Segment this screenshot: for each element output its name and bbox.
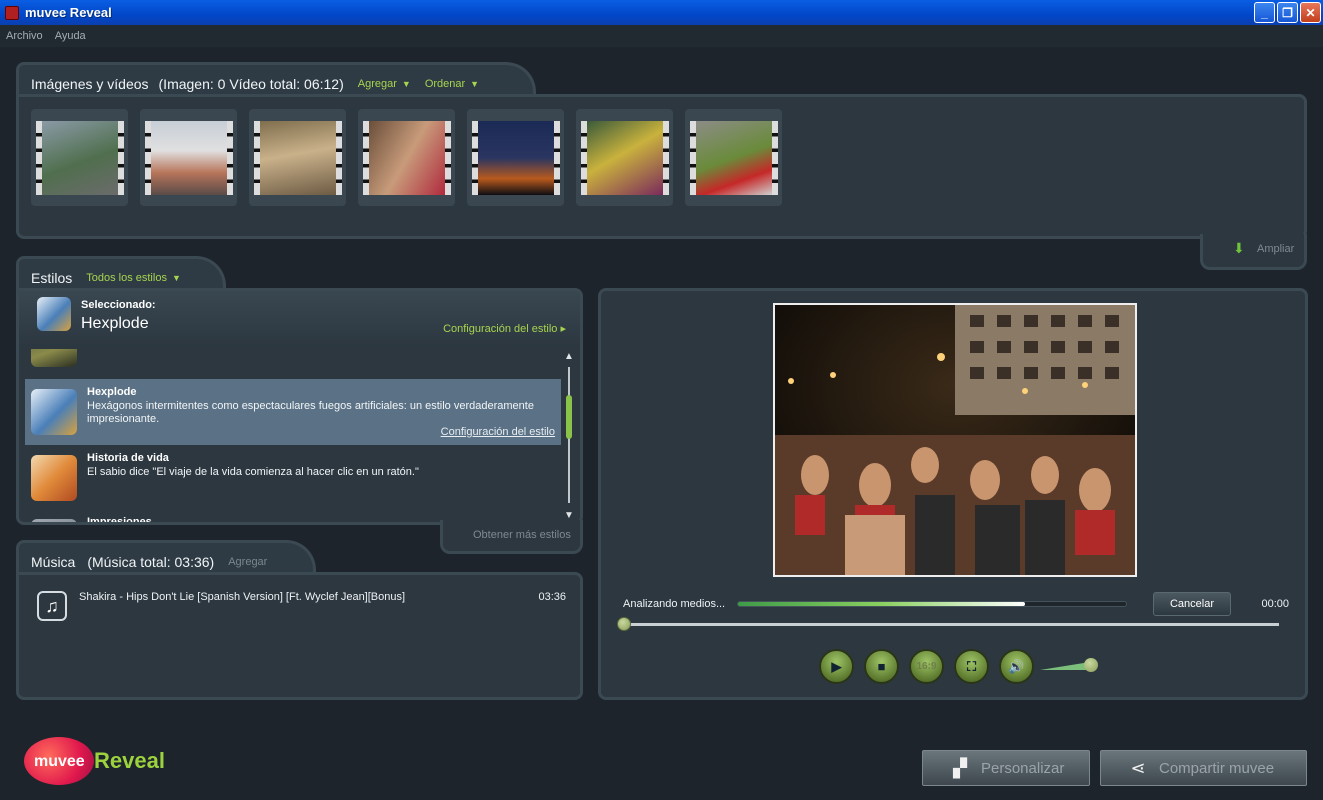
selected-style-header: Seleccionado: Hexplode Configuración del… (19, 291, 580, 347)
music-panel: ♫ Shakira - Hips Don't Lie [Spanish Vers… (16, 572, 583, 700)
scrollbar-thumb[interactable] (566, 395, 572, 439)
video-frame (775, 305, 1135, 575)
volume-knob[interactable] (1084, 657, 1098, 672)
style-list-item[interactable]: Hexplode Hexágonos intermitentes como es… (25, 379, 561, 445)
media-thumbnail[interactable] (249, 109, 346, 206)
window-titlebar: muvee Reveal _ ❐ ✕ (0, 0, 1323, 25)
play-button[interactable]: ▶ (819, 649, 854, 684)
fullscreen-button[interactable]: ⛶ (954, 649, 989, 684)
media-panel (16, 94, 1307, 239)
style-thumbnail (31, 349, 77, 367)
video-preview[interactable] (773, 303, 1137, 577)
music-track-duration: 03:36 (538, 591, 566, 603)
media-thumbnail[interactable] (576, 109, 673, 206)
menu-ayuda[interactable]: Ayuda (55, 30, 86, 42)
minimize-button[interactable]: _ (1254, 2, 1275, 23)
music-note-icon: ♫ (37, 591, 67, 621)
scroll-up-icon[interactable]: ▲ (564, 351, 574, 362)
stop-icon: ■ (877, 659, 886, 674)
seek-bar[interactable] (617, 617, 1279, 631)
style-list-scrollbar[interactable]: ▲ ▼ (564, 351, 574, 521)
app-icon (5, 5, 19, 20)
hexplode-style-icon (37, 297, 71, 331)
add-music-button[interactable]: Agregar (228, 556, 267, 568)
volume-button[interactable]: 🔊 (999, 649, 1034, 684)
style-config-link[interactable]: Configuración del estilo (441, 426, 555, 438)
music-track-title[interactable]: Shakira - Hips Don't Lie [Spanish Versio… (79, 591, 405, 603)
media-thumbnail[interactable] (685, 109, 782, 206)
analysis-progress-bar (737, 601, 1127, 607)
style-config-link[interactable]: Configuración del estilo ▸ (443, 322, 566, 335)
music-total: (Música total: 03:36) (87, 553, 215, 570)
analyzing-status: Analizando medios... (623, 598, 726, 610)
menu-bar: Archivo Ayuda (0, 25, 1323, 47)
media-thumbnail[interactable] (358, 109, 455, 206)
share-button[interactable]: ⋖ Compartir muvee (1100, 750, 1307, 786)
preview-panel: Analizando medios... Cancelar 00:00 ▶ ■ … (598, 288, 1308, 700)
life-story-style-icon (31, 455, 77, 501)
music-title: Música (31, 553, 76, 570)
expand-button[interactable]: ⬇ Ampliar (1200, 234, 1307, 270)
media-title: Imágenes y vídeos (31, 75, 149, 92)
shapes-icon: ▞ (953, 757, 967, 778)
volume-slider[interactable] (1040, 657, 1098, 672)
fullscreen-icon: ⛶ (966, 658, 977, 674)
styles-title: Estilos (31, 269, 73, 286)
time-readout: 00:00 (1261, 598, 1289, 610)
seek-knob[interactable] (617, 617, 631, 631)
window-title: muvee Reveal (25, 5, 112, 20)
aspect-ratio-button[interactable]: 16:9 (909, 649, 944, 684)
speaker-icon: 🔊 (1008, 658, 1025, 674)
style-list-item[interactable] (25, 349, 561, 377)
sort-media-button[interactable]: Ordenar ▼ (425, 78, 479, 90)
arrow-down-icon: ⬇ (1233, 240, 1245, 256)
styles-filter-dropdown[interactable]: Todos los estilos ▼ (86, 272, 181, 284)
media-counts: (Imagen: 0 Vídeo total: 06:12) (158, 75, 344, 92)
menu-archivo[interactable]: Archivo (6, 30, 43, 42)
hexplode-style-icon (31, 389, 77, 435)
add-media-button[interactable]: Agregar ▼ (358, 78, 411, 90)
cancel-button[interactable]: Cancelar (1153, 592, 1231, 616)
muvee-reveal-logo: muvee Reveal (24, 737, 165, 787)
selected-style-name: Hexplode (81, 315, 149, 332)
share-icon: ⋖ (1130, 757, 1146, 778)
style-thumbnail (31, 519, 77, 522)
styles-panel: Seleccionado: Hexplode Configuración del… (16, 288, 583, 525)
style-list-item[interactable]: Historia de vida El sabio dice "El viaje… (25, 445, 561, 511)
style-list: Hexplode Hexágonos intermitentes como es… (25, 349, 561, 522)
play-icon: ▶ (831, 658, 842, 674)
media-thumbnail[interactable] (140, 109, 237, 206)
media-thumbnail[interactable] (467, 109, 564, 206)
personalize-button[interactable]: ▞ Personalizar (922, 750, 1090, 786)
close-button[interactable]: ✕ (1300, 2, 1321, 23)
restore-button[interactable]: ❐ (1277, 2, 1298, 23)
stop-button[interactable]: ■ (864, 649, 899, 684)
get-more-styles-button[interactable]: Obtener más estilos (440, 520, 583, 554)
media-thumbnail[interactable] (31, 109, 128, 206)
